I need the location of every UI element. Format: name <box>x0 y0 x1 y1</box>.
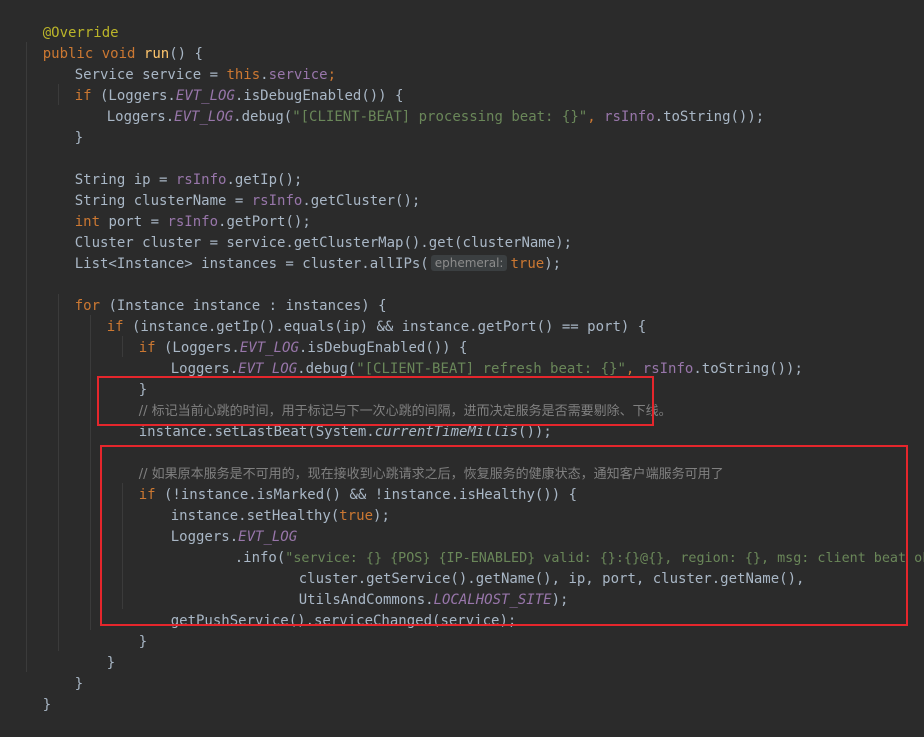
punctuation: , <box>587 109 605 125</box>
code-line: } <box>41 653 83 692</box>
code-text: .toString()); <box>654 109 765 125</box>
code-text: ); <box>551 592 569 608</box>
punctuation: , <box>625 361 643 377</box>
code-line: instance.setHealthy(true); <box>137 485 390 524</box>
code-line: } <box>73 632 115 671</box>
code-line: Cluster cluster = service.getClusterMap(… <box>41 212 572 251</box>
code-text: Loggers. <box>170 361 239 377</box>
code-text: .debug( <box>297 361 357 377</box>
brace: } <box>74 676 84 692</box>
code-line: if (Loggers.EVT_LOG.isDebugEnabled()) { <box>41 65 404 104</box>
field: rsInfo <box>642 361 694 377</box>
brace: } <box>74 130 84 146</box>
code-line: UtilsAndCommons.LOCALHOST_SITE); <box>265 569 569 608</box>
string-literal: "[CLIENT-BEAT] processing beat: {}" <box>292 109 588 125</box>
field: rsInfo <box>604 109 655 125</box>
code-text: instance.setLastBeat(System. <box>138 424 375 440</box>
code-line: instance.setLastBeat(System.currentTimeM… <box>105 401 552 440</box>
keyword: true <box>510 256 545 272</box>
code-line: // 如果原本服务是不可用的，现在接收到心跳请求之后，恢复服务的健康状态，通知客… <box>105 443 724 482</box>
code-line: Loggers.EVT_LOG.debug("[CLIENT-BEAT] ref… <box>137 338 803 377</box>
indent-guide <box>26 42 27 672</box>
code-line: List<Instance> instances = cluster.allIP… <box>41 233 561 272</box>
code-line: } <box>105 611 147 650</box>
parameter-hint: ephemeral: <box>430 255 508 271</box>
code-line: getPushService().serviceChanged(service)… <box>137 590 517 629</box>
code-text: ); <box>373 508 390 524</box>
code-line: .info("service: {} {POS} {IP-ENABLED} va… <box>201 527 924 566</box>
keyword: true <box>339 508 374 524</box>
code-line: cluster.getService().getName(), ip, port… <box>265 548 805 587</box>
code-text: ); <box>544 256 562 272</box>
code-line: Service service = this.service; <box>41 44 336 83</box>
code-text: ()); <box>518 424 552 440</box>
code-text: List<Instance> instances = cluster.allIP… <box>74 256 429 272</box>
brace: } <box>106 655 116 671</box>
static-method: currentTimeMillis <box>374 424 519 440</box>
code-line: int port = rsInfo.getPort(); <box>41 191 311 230</box>
brace: } <box>138 634 148 650</box>
indent-guide <box>58 294 59 651</box>
code-line: if (instance.getIp().equals(ip) && insta… <box>73 296 646 335</box>
code-line: } <box>41 107 83 146</box>
code-line: if (!instance.isMarked() && !instance.is… <box>105 464 577 503</box>
code-text: getPushService().serviceChanged(service)… <box>170 613 517 629</box>
static-field: EVT_LOG <box>174 109 234 125</box>
code-editor[interactable]: @Override public void run() { Service se… <box>0 0 924 713</box>
code-text: Loggers. <box>106 109 175 125</box>
indent-guide <box>90 315 91 630</box>
code-line: if (Loggers.EVT_LOG.isDebugEnabled()) { <box>105 317 468 356</box>
code-line: String ip = rsInfo.getIp(); <box>41 149 303 188</box>
code-text: .getCluster(); <box>302 193 421 209</box>
code-line: Loggers.EVT_LOG <box>137 506 297 545</box>
code-line: @Override <box>9 2 119 41</box>
code-line: // 标记当前心跳的时间，用于标记与下一次心跳的间隔，进而决定服务是否需要剔除、… <box>105 380 672 419</box>
code-line: } <box>105 359 147 398</box>
code-line: Loggers.EVT_LOG.debug("[CLIENT-BEAT] pro… <box>73 86 765 125</box>
string-literal: "[CLIENT-BEAT] refresh beat: {}" <box>356 361 626 377</box>
code-text: .debug( <box>233 109 293 125</box>
static-field: EVT_LOG <box>238 361 298 377</box>
code-line: String clusterName = rsInfo.getCluster()… <box>41 170 421 209</box>
code-line: public void run() { <box>9 23 203 62</box>
brace: } <box>42 697 52 713</box>
code-text: .toString()); <box>693 361 803 377</box>
code-line: for (Instance instance : instances) { <box>41 275 387 314</box>
code-line: } <box>9 674 51 713</box>
